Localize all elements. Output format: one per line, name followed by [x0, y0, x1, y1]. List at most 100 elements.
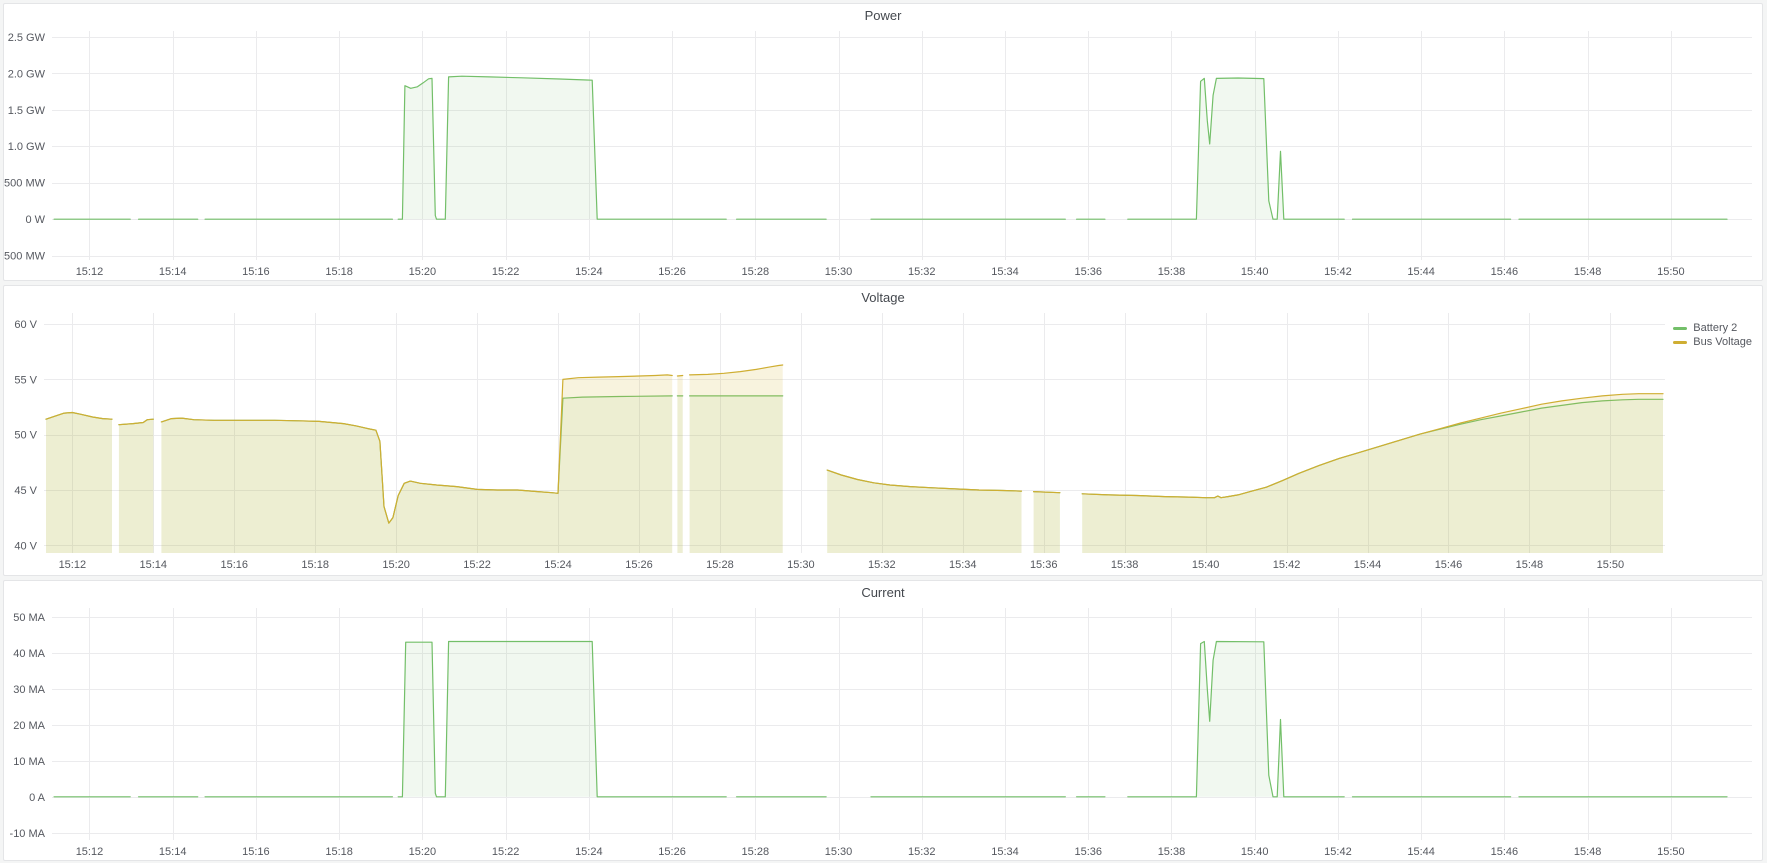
panel-current: Current 50 MA40 MA30 MA20 MA10 MA0 A-10 …	[3, 580, 1763, 861]
grid	[52, 608, 1752, 840]
x-tick-label: 15:18	[301, 559, 329, 571]
x-tick-label: 15:32	[908, 846, 936, 858]
bus-voltage-fill	[677, 376, 682, 554]
y-tick-label: 2.0 GW	[8, 68, 46, 80]
x-tick-label: 15:44	[1407, 266, 1435, 278]
y-tick-label: 0 W	[25, 214, 45, 226]
x-tick-label: 15:34	[991, 846, 1019, 858]
legend-dash-icon	[1673, 327, 1687, 330]
panel-voltage: Voltage 60 V 55 V 50 V 45 V 40 V 15:12 15:14 15…	[3, 285, 1763, 576]
y-tick-label: 60 V	[14, 319, 37, 331]
x-tick-label: 15:28	[742, 266, 770, 278]
x-tick-label: 15:22	[463, 559, 491, 571]
x-tick-label: 15:50	[1657, 266, 1685, 278]
y-tick-label: 40 MA	[13, 648, 45, 660]
panel-current-title[interactable]: Current	[4, 581, 1762, 603]
x-tick-label: 15:42	[1273, 559, 1301, 571]
x-tick-label: 15:14	[159, 846, 187, 858]
x-tick-label: 15:46	[1491, 266, 1519, 278]
x-tick-label: 15:34	[949, 559, 977, 571]
bus-voltage-fill	[161, 375, 672, 553]
x-tick-label: 15:26	[625, 559, 653, 571]
x-tick-label: 15:24	[544, 559, 572, 571]
y-tick-label: 50 V	[14, 430, 37, 442]
x-tick-label: 15:44	[1354, 559, 1382, 571]
y-axis-labels: 50 MA40 MA30 MA20 MA10 MA0 A-10 MA	[10, 612, 46, 840]
x-tick-label: 15:24	[575, 846, 603, 858]
x-tick-label: 15:36	[1074, 846, 1102, 858]
x-tick-label: 15:38	[1111, 559, 1139, 571]
bus-voltage-fill	[690, 365, 783, 553]
y-tick-label: 50 MA	[13, 612, 45, 624]
x-axis-labels: 15:1215:1415:1615:1815:2015:2215:2415:26…	[76, 266, 1685, 278]
panel-voltage-title[interactable]: Voltage	[4, 286, 1762, 308]
power-plot-area[interactable]: 2.5 GW2.0 GW1.5 GW1.0 GW500 MW0 W-500 MW…	[4, 26, 1762, 280]
dashboard: { "chart_data": [ { "key": "power", "typ…	[0, 0, 1767, 863]
x-tick-label: 15:44	[1407, 846, 1435, 858]
x-tick-label: 15:46	[1491, 846, 1519, 858]
x-tick-label: 15:42	[1324, 846, 1352, 858]
x-tick-label: 15:42	[1324, 266, 1352, 278]
x-tick-label: 15:26	[658, 846, 686, 858]
x-tick-label: 15:32	[868, 559, 896, 571]
series-power-output	[54, 76, 1727, 219]
current-output-fill	[1128, 642, 1344, 797]
x-tick-label: 15:32	[908, 266, 936, 278]
x-tick-label: 15:26	[658, 266, 686, 278]
x-tick-label: 15:36	[1074, 266, 1102, 278]
x-tick-label: 15:22	[492, 266, 520, 278]
legend-item-bus-voltage[interactable]: Bus Voltage	[1673, 336, 1752, 348]
power-output-fill	[1128, 78, 1344, 219]
x-tick-label: 15:38	[1158, 846, 1186, 858]
series-bus-voltage	[46, 365, 1663, 553]
y-tick-label: 1.5 GW	[8, 105, 46, 117]
y-tick-label: 1.0 GW	[8, 141, 46, 153]
bus-voltage-fill	[119, 419, 153, 553]
y-tick-label: 40 V	[14, 540, 37, 552]
x-tick-label: 15:46	[1435, 559, 1463, 571]
x-tick-label: 15:48	[1574, 846, 1602, 858]
x-tick-label: 15:48	[1516, 559, 1544, 571]
x-tick-label: 15:14	[140, 559, 168, 571]
x-axis-labels: 15:1215:1415:1615:1815:2015:2215:2415:26…	[59, 559, 1625, 571]
voltage-plot-area[interactable]: 60 V 55 V 50 V 45 V 40 V 15:12 15:14 15:16 15:18…	[4, 308, 1762, 575]
legend-label: Battery 2	[1693, 322, 1737, 334]
x-tick-label: 15:40	[1241, 846, 1269, 858]
y-tick-label: 10 MA	[13, 756, 45, 768]
x-tick-label: 15:20	[409, 266, 437, 278]
panel-power-title[interactable]: Power	[4, 4, 1762, 26]
x-tick-label: 15:28	[706, 559, 734, 571]
x-tick-label: 15:16	[220, 559, 248, 571]
bus-voltage-fill	[1034, 492, 1060, 553]
legend-item-battery-2[interactable]: Battery 2	[1673, 322, 1752, 334]
y-axis-labels: 2.5 GW2.0 GW1.5 GW1.0 GW500 MW0 W-500 MW	[4, 32, 46, 263]
x-tick-label: 15:14	[159, 266, 187, 278]
y-axis-labels: 60 V 55 V 50 V 45 V 40 V	[14, 319, 37, 552]
y-tick-label: 55 V	[14, 374, 37, 386]
x-tick-label: 15:28	[742, 846, 770, 858]
x-tick-label: 15:16	[242, 846, 270, 858]
x-tick-label: 15:30	[825, 266, 853, 278]
y-tick-label: -10 MA	[10, 828, 46, 840]
x-tick-label: 15:40	[1192, 559, 1220, 571]
current-plot-area[interactable]: 50 MA40 MA30 MA20 MA10 MA0 A-10 MA15:121…	[4, 603, 1762, 860]
x-tick-label: 15:18	[325, 846, 353, 858]
y-tick-label: 30 MA	[13, 684, 45, 696]
y-tick-label: 45 V	[14, 485, 37, 497]
x-axis-labels: 15:1215:1415:1615:1815:2015:2215:2415:26…	[76, 846, 1685, 858]
bus-voltage-fill	[46, 413, 112, 554]
x-tick-label: 15:48	[1574, 266, 1602, 278]
y-tick-label: 500 MW	[4, 178, 46, 190]
panel-power: Power 2.5 GW2.0 GW1.5 GW1.0 GW500 MW0 W-…	[3, 3, 1763, 281]
x-tick-label: 15:20	[409, 846, 437, 858]
y-tick-label: 0 A	[29, 792, 46, 804]
x-tick-label: 15:22	[492, 846, 520, 858]
x-tick-label: 15:12	[59, 559, 87, 571]
x-tick-label: 15:24	[575, 266, 603, 278]
bus-voltage-fill	[827, 470, 1021, 553]
y-tick-label: -500 MW	[4, 251, 46, 263]
voltage-legend: Battery 2 Bus Voltage	[1673, 322, 1752, 348]
x-tick-label: 15:16	[242, 266, 270, 278]
x-tick-label: 15:12	[76, 266, 104, 278]
grid	[52, 31, 1752, 260]
